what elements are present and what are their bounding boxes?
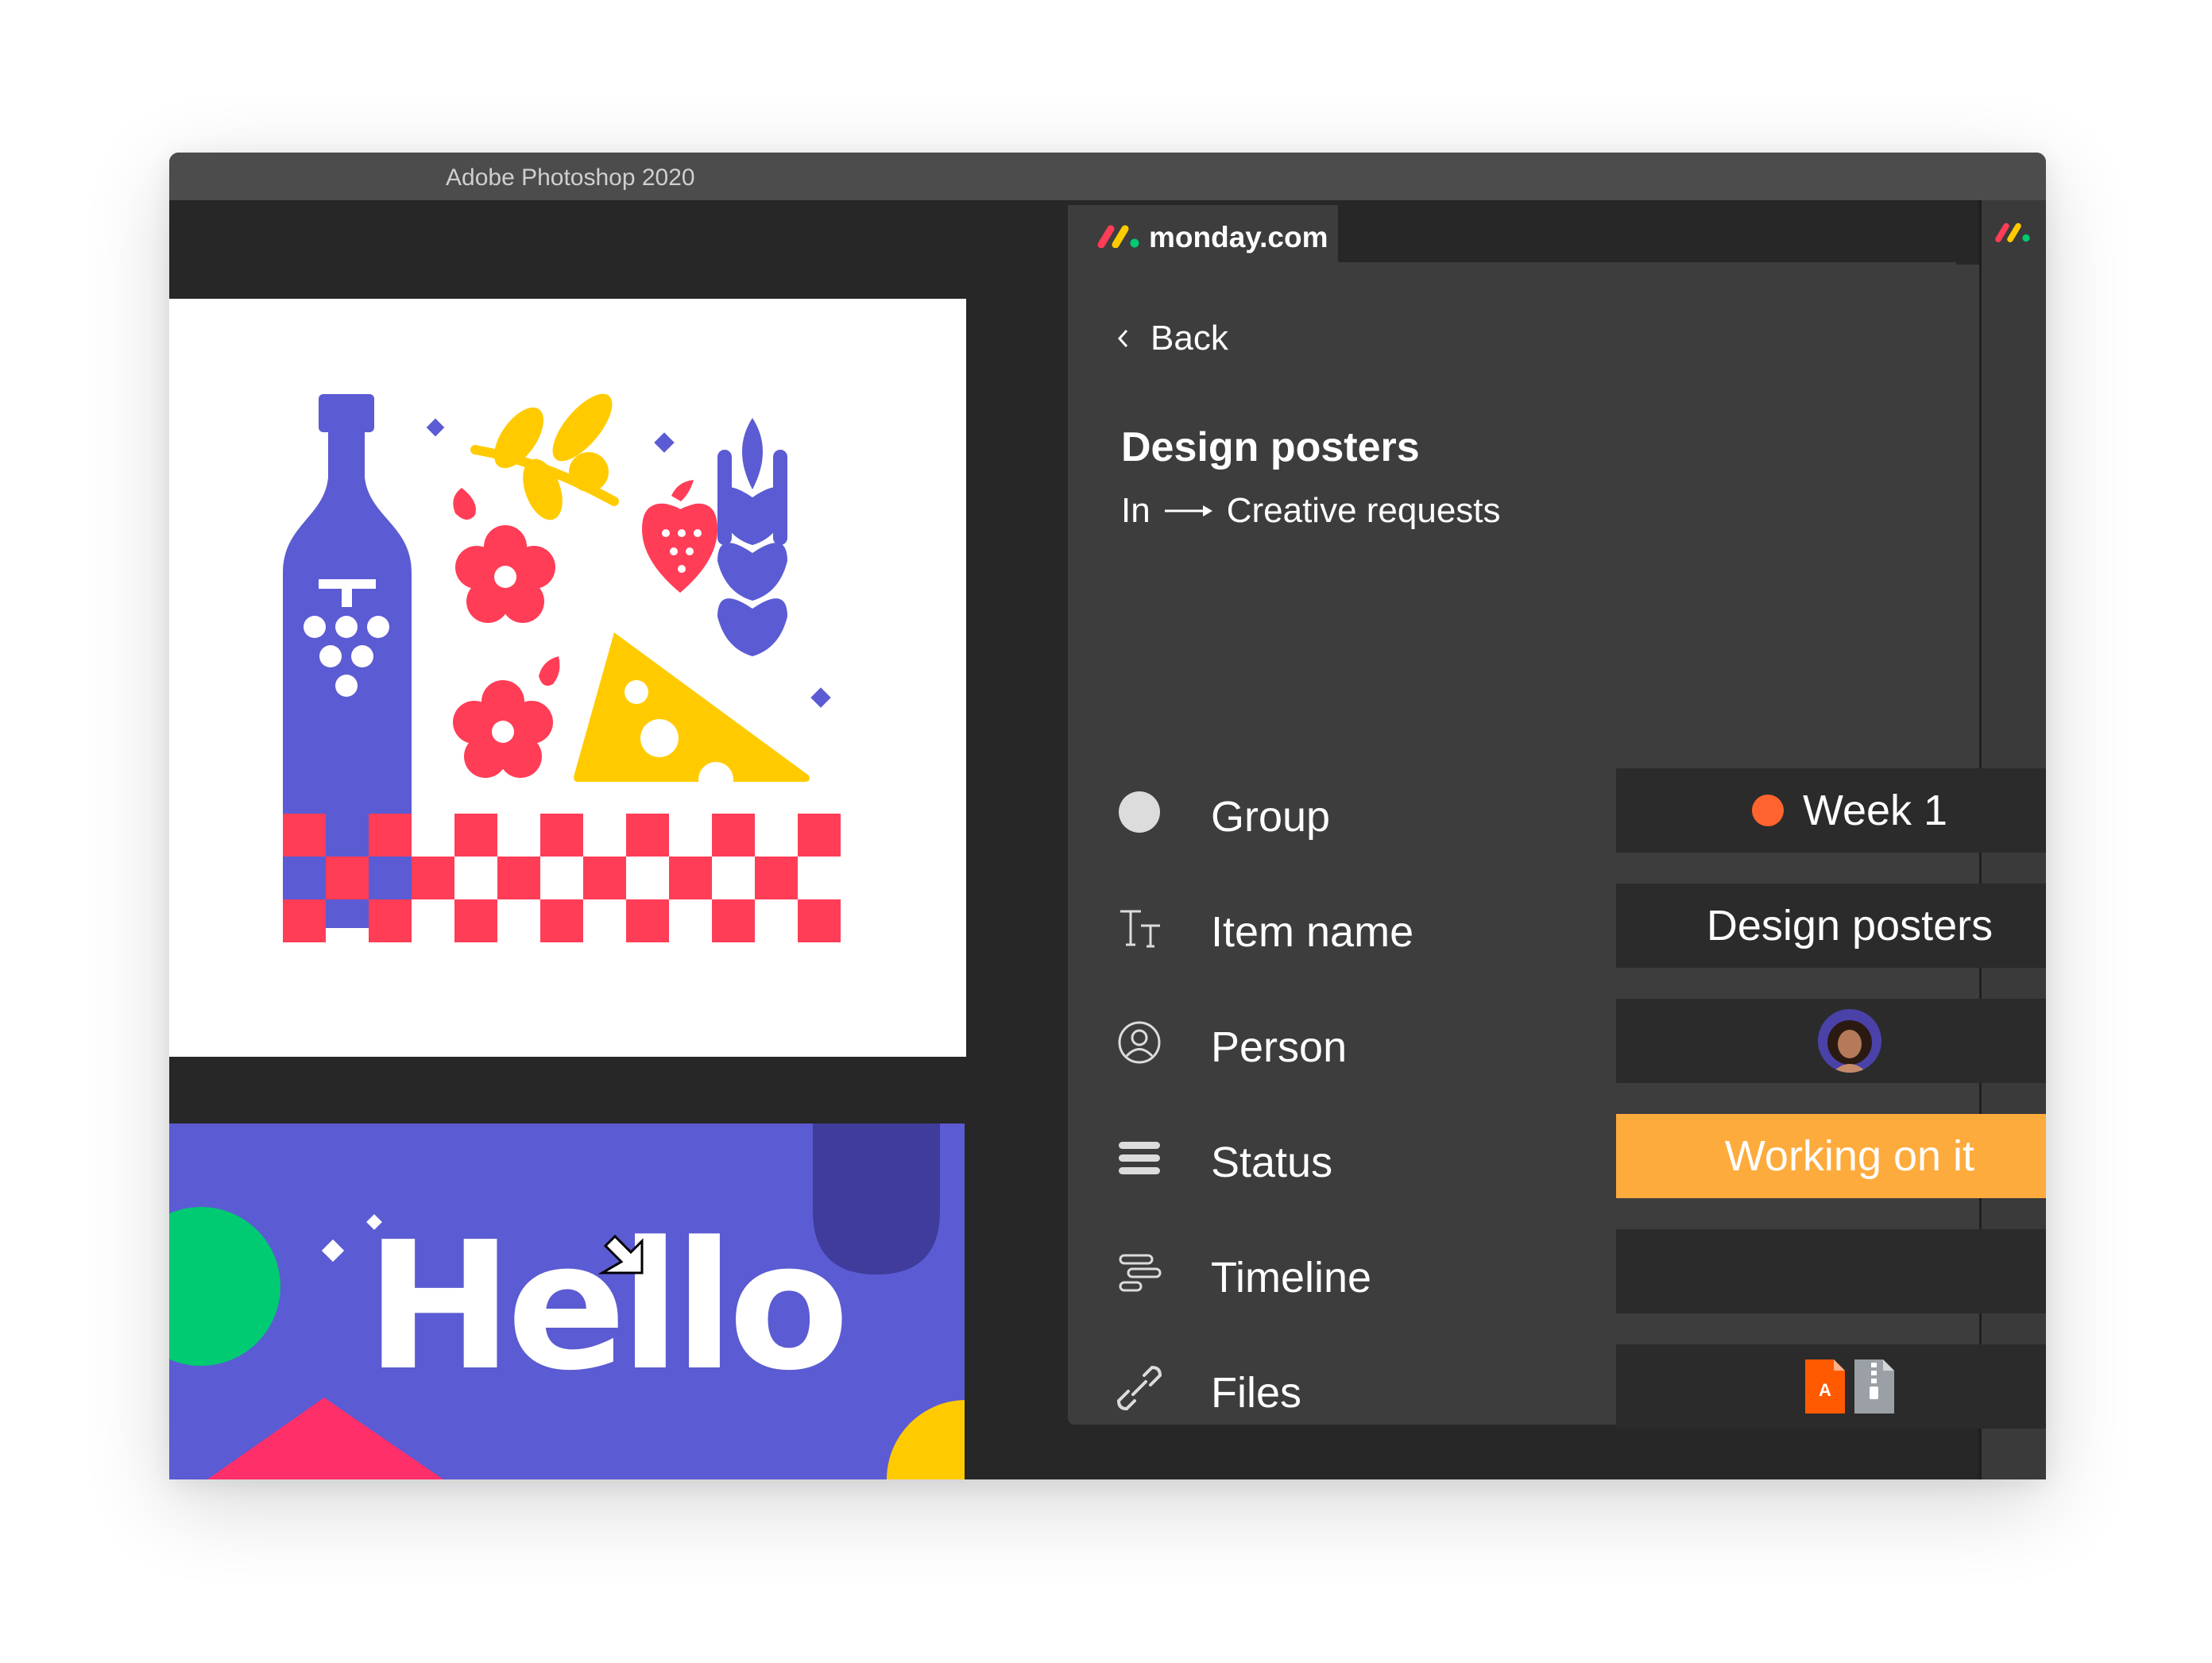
chevron-left-icon bbox=[1117, 329, 1128, 348]
zip-file-icon bbox=[1854, 1359, 1894, 1414]
column-row-group: Group Week 1 bbox=[1068, 768, 2046, 853]
olive bbox=[569, 452, 609, 492]
back-button[interactable]: Back bbox=[1116, 319, 1228, 358]
green-circle bbox=[169, 1207, 280, 1366]
checkered-tablecloth-fill bbox=[283, 857, 841, 899]
bottle-cap bbox=[319, 394, 374, 432]
photoshop-window: Adobe Photoshop 2020 Hello monday.com Ba… bbox=[169, 153, 2046, 1479]
arrow-right-icon bbox=[1164, 505, 1212, 516]
bottle-label-stem bbox=[342, 585, 352, 607]
monday-extension-icon[interactable] bbox=[1994, 221, 2034, 243]
sparkle-2 bbox=[654, 432, 675, 453]
status-value[interactable]: Working on it bbox=[1616, 1114, 2046, 1198]
monday-brand: monday.com bbox=[1149, 221, 1328, 253]
item-name-value-text: Design posters bbox=[1706, 902, 1994, 949]
group-color-dot bbox=[1751, 795, 1784, 826]
monday-panel-tab[interactable]: monday.com bbox=[1068, 205, 1338, 265]
text-icon bbox=[1120, 910, 1160, 948]
status-icon bbox=[1119, 1142, 1160, 1174]
cheese-hole-4 bbox=[698, 762, 733, 797]
column-row-person: Person bbox=[1068, 999, 2046, 1083]
breadcrumb-prefix: In bbox=[1121, 491, 1150, 530]
cheese-hole-2 bbox=[640, 719, 679, 757]
column-label: Item name bbox=[1211, 908, 1414, 956]
column-row-timeline: Timeline bbox=[1068, 1229, 2046, 1313]
flower-1 bbox=[455, 525, 555, 623]
strawberry-leaf bbox=[671, 480, 694, 501]
bottle-neck bbox=[328, 432, 365, 480]
flower-bud-2 bbox=[539, 656, 560, 686]
column-row-files: Files A bbox=[1068, 1344, 2046, 1429]
column-row-item-name: Item name Design posters bbox=[1068, 884, 2046, 968]
cheese-hole-1 bbox=[625, 680, 648, 704]
column-label: Status bbox=[1211, 1139, 1333, 1186]
pink-triangle bbox=[207, 1398, 443, 1479]
artboard-hello[interactable]: Hello bbox=[169, 1123, 965, 1479]
title-bar: Adobe Photoshop 2020 bbox=[169, 153, 2046, 200]
flower-2 bbox=[453, 680, 553, 778]
column-label: Files bbox=[1211, 1369, 1302, 1417]
paperclip-icon bbox=[1117, 1366, 1162, 1410]
file-thumbnails: A bbox=[1805, 1359, 1894, 1414]
status-value-text: Working on it bbox=[1724, 1132, 1975, 1180]
sparkle-1 bbox=[426, 418, 445, 437]
item-name-value[interactable]: Design posters bbox=[1616, 884, 2046, 968]
column-label: Group bbox=[1211, 793, 1331, 841]
sparkle-3 bbox=[810, 687, 831, 708]
column-label: Person bbox=[1211, 1023, 1348, 1071]
column-label: Timeline bbox=[1211, 1254, 1372, 1301]
person-icon bbox=[1118, 1021, 1161, 1064]
flower-bud-1 bbox=[453, 488, 476, 520]
pdf-file-icon: A bbox=[1805, 1359, 1845, 1414]
hello-sparkle-1 bbox=[321, 1239, 345, 1263]
yellow-circle bbox=[887, 1400, 965, 1479]
monday-logo-icon bbox=[1097, 225, 1139, 248]
avatar-portrait bbox=[1818, 1009, 1881, 1073]
artboard-illustration[interactable] bbox=[169, 299, 966, 1057]
wheat bbox=[717, 418, 787, 656]
cheese-hole-3 bbox=[689, 669, 711, 691]
group-value-text: Week 1 bbox=[1802, 787, 1948, 834]
window-title: Adobe Photoshop 2020 bbox=[446, 164, 695, 191]
breadcrumb-board[interactable]: Creative requests bbox=[1227, 491, 1501, 531]
timeline-value[interactable] bbox=[1616, 1229, 2046, 1313]
files-value[interactable]: A bbox=[1616, 1344, 2046, 1429]
timeline-icon bbox=[1119, 1254, 1162, 1292]
cheese bbox=[574, 632, 810, 782]
back-label: Back bbox=[1150, 319, 1228, 358]
food-illustration bbox=[283, 393, 841, 942]
column-row-status: Status Working on it bbox=[1068, 1114, 2046, 1198]
monday-item-panel: Back Design posters In Creative requests… bbox=[1068, 265, 2046, 1429]
mouse-cursor-icon bbox=[597, 1234, 644, 1274]
strawberry bbox=[642, 503, 717, 593]
avatar[interactable] bbox=[1818, 1009, 1881, 1073]
circle-icon bbox=[1119, 791, 1160, 833]
group-value[interactable]: Week 1 bbox=[1616, 768, 2046, 853]
board-breadcrumb: In Creative requests bbox=[1121, 491, 1501, 531]
person-value[interactable] bbox=[1616, 999, 2046, 1083]
pdf-badge: A bbox=[1819, 1380, 1831, 1400]
item-title: Design posters bbox=[1121, 424, 1420, 470]
